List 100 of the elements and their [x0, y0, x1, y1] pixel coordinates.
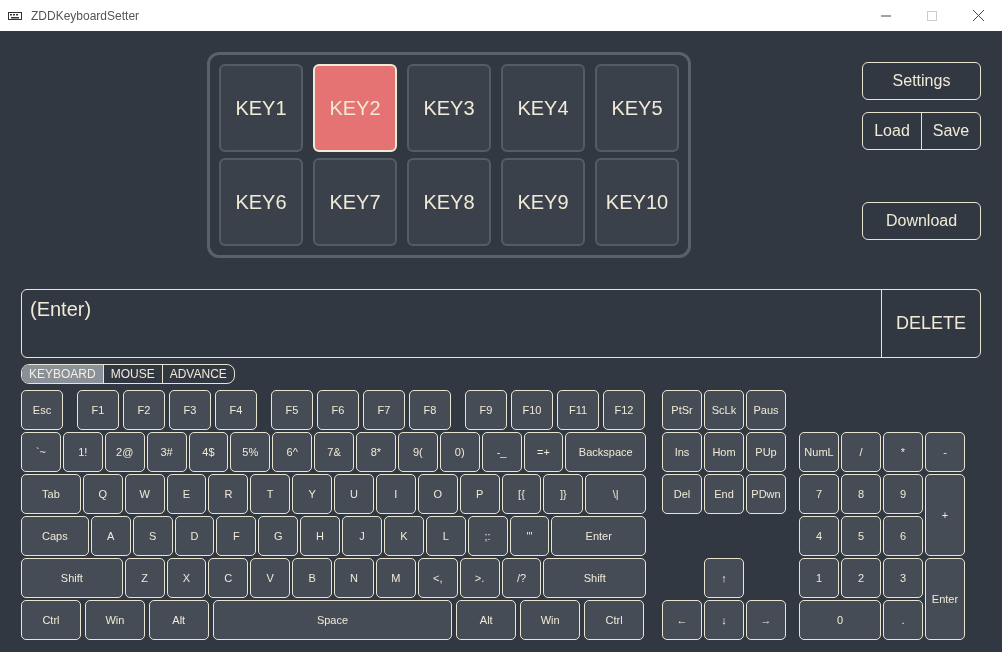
navigation-key[interactable]: ScLk	[704, 390, 744, 430]
key-button[interactable]: Q	[82, 474, 123, 514]
key-button[interactable]: [{	[501, 474, 542, 514]
numpad-key[interactable]: -	[925, 432, 965, 472]
key-button[interactable]: X	[166, 558, 207, 598]
key-button[interactable]: 7&	[314, 432, 354, 472]
key-button[interactable]: F	[216, 516, 257, 556]
key-button[interactable]: Space	[212, 600, 453, 640]
navigation-key[interactable]: Del	[662, 474, 702, 514]
key-button[interactable]: 2@	[104, 432, 145, 472]
numpad-key[interactable]: /	[841, 432, 881, 472]
navigation-key[interactable]: PUp	[746, 432, 786, 472]
numpad-key[interactable]: 8	[841, 474, 881, 514]
navigation-key[interactable]: Hom	[704, 432, 744, 472]
numpad-key[interactable]: *	[883, 432, 923, 472]
key-button[interactable]: F7	[363, 390, 405, 430]
key-button[interactable]: F8	[409, 390, 451, 430]
numpad-key[interactable]: 3	[883, 558, 923, 598]
key-button[interactable]: 9(	[397, 432, 438, 472]
key-button[interactable]: Y	[292, 474, 333, 514]
key-button[interactable]: 4$	[188, 432, 229, 472]
key-button[interactable]: N	[334, 558, 374, 598]
key-button[interactable]: `~	[21, 432, 61, 472]
key-button[interactable]: 3#	[146, 432, 187, 472]
key-button[interactable]: 8*	[356, 432, 396, 472]
key-button[interactable]: ]}	[543, 474, 584, 514]
numpad-key[interactable]: .	[883, 600, 923, 640]
arrow-key[interactable]: →	[746, 600, 786, 640]
numpad-key[interactable]: +	[925, 474, 965, 556]
macro-key[interactable]: KEY1	[219, 64, 303, 152]
key-button[interactable]: C	[208, 558, 249, 598]
key-button[interactable]: Enter	[551, 516, 647, 556]
key-button[interactable]: T	[250, 474, 291, 514]
key-button[interactable]: A	[90, 516, 131, 556]
settings-button[interactable]: Settings	[862, 62, 981, 100]
key-button[interactable]: B	[292, 558, 333, 598]
key-button[interactable]: V	[250, 558, 291, 598]
key-button[interactable]: Tab	[21, 474, 81, 514]
key-button[interactable]: I	[375, 474, 416, 514]
numpad-key[interactable]: 1	[799, 558, 839, 598]
arrow-key[interactable]: ←	[662, 600, 702, 640]
navigation-key[interactable]: End	[704, 474, 744, 514]
key-button[interactable]: Shift	[543, 558, 647, 598]
key-button[interactable]: H	[300, 516, 340, 556]
numpad-key[interactable]: 0	[799, 600, 881, 640]
numpad-key[interactable]: 2	[841, 558, 881, 598]
numpad-key[interactable]: NumL	[799, 432, 839, 472]
key-button[interactable]: Caps	[21, 516, 89, 556]
macro-key[interactable]: KEY10	[595, 158, 679, 246]
tab[interactable]: ADVANCE	[161, 365, 234, 383]
tab[interactable]: MOUSE	[102, 365, 162, 383]
key-button[interactable]: E	[166, 474, 207, 514]
key-button[interactable]: D	[174, 516, 215, 556]
macro-key[interactable]: KEY9	[501, 158, 585, 246]
key-button[interactable]: Win	[520, 600, 581, 640]
key-button[interactable]: F4	[215, 390, 257, 430]
delete-button[interactable]: DELETE	[881, 290, 980, 357]
key-button[interactable]: W	[124, 474, 165, 514]
key-button[interactable]: Z	[124, 558, 165, 598]
key-button[interactable]: O	[417, 474, 458, 514]
key-button[interactable]: P	[459, 474, 500, 514]
key-button[interactable]: Win	[84, 600, 145, 640]
numpad-key[interactable]: 4	[799, 516, 839, 556]
macro-key[interactable]: KEY4	[501, 64, 585, 152]
numpad-key[interactable]: Enter	[925, 558, 965, 640]
key-button[interactable]: F2	[123, 390, 165, 430]
maximize-icon[interactable]	[927, 10, 937, 21]
key-button[interactable]: Backspace	[565, 432, 647, 472]
navigation-key[interactable]: Ins	[662, 432, 702, 472]
key-button[interactable]: L	[425, 516, 466, 556]
key-button[interactable]: Shift	[21, 558, 123, 598]
key-button[interactable]: R	[208, 474, 249, 514]
close-icon[interactable]	[973, 10, 984, 21]
numpad-key[interactable]: 9	[883, 474, 923, 514]
key-button[interactable]: F11	[557, 390, 599, 430]
key-button[interactable]: M	[375, 558, 416, 598]
key-button[interactable]: >.	[459, 558, 500, 598]
download-button[interactable]: Download	[862, 202, 981, 240]
key-button[interactable]: F1	[77, 390, 119, 430]
key-button[interactable]: ;:	[467, 516, 508, 556]
key-button[interactable]: J	[342, 516, 382, 556]
key-button[interactable]: <,	[417, 558, 458, 598]
navigation-key[interactable]: PDwn	[746, 474, 786, 514]
key-button[interactable]: F6	[317, 390, 359, 430]
macro-key[interactable]: KEY8	[407, 158, 491, 246]
key-button[interactable]: Alt	[456, 600, 517, 640]
key-button[interactable]: F10	[511, 390, 553, 430]
key-button[interactable]: 5%	[230, 432, 271, 472]
key-button[interactable]: Esc	[21, 390, 63, 430]
key-button[interactable]: /?	[501, 558, 542, 598]
arrow-key[interactable]: ↑	[704, 558, 744, 598]
key-button[interactable]: K	[383, 516, 424, 556]
key-button[interactable]: U	[334, 474, 374, 514]
navigation-key[interactable]: PtSr	[662, 390, 702, 430]
macro-key[interactable]: KEY3	[407, 64, 491, 152]
save-button[interactable]: Save	[921, 113, 980, 149]
key-button[interactable]: -_	[481, 432, 522, 472]
numpad-key[interactable]: 5	[841, 516, 881, 556]
key-button[interactable]: F3	[169, 390, 211, 430]
key-button[interactable]: =+	[523, 432, 564, 472]
